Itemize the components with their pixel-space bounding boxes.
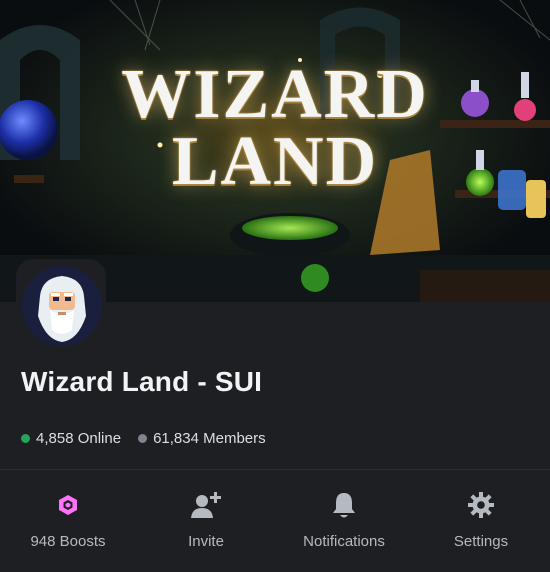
server-avatar[interactable] — [22, 266, 102, 346]
members-stat: 61,834 Members — [138, 430, 266, 447]
server-name: Wizard Land - SUI — [21, 366, 263, 397]
members-count: 61,834 Members — [153, 429, 266, 447]
boosts-button[interactable]: 948 Boosts — [8, 488, 128, 550]
notifications-label: Notifications — [303, 533, 385, 550]
boost-icon — [59, 495, 77, 515]
wizard-avatar-icon — [22, 266, 102, 346]
online-count: 4,858 Online — [36, 429, 122, 447]
boosts-label: 948 Boosts — [30, 533, 106, 550]
bell-icon — [333, 493, 355, 518]
banner-artwork — [0, 0, 550, 302]
server-stats: 4,858 Online 61,834 Members — [21, 429, 283, 447]
gear-icon — [468, 492, 494, 518]
server-banner: WIZARD LAND — [0, 0, 550, 302]
notifications-button[interactable]: Notifications — [284, 488, 404, 550]
online-stat: 4,858 Online — [21, 430, 121, 447]
settings-label: Settings — [453, 533, 509, 550]
invite-button[interactable]: Invite — [146, 488, 266, 550]
settings-button[interactable]: Settings — [421, 488, 541, 550]
online-dot-icon — [21, 433, 30, 443]
add-user-icon — [191, 492, 221, 518]
invite-label: Invite — [188, 533, 224, 550]
members-dot-icon — [138, 433, 148, 443]
action-bar: 948 Boosts Invite Notifications Settings — [0, 470, 550, 572]
